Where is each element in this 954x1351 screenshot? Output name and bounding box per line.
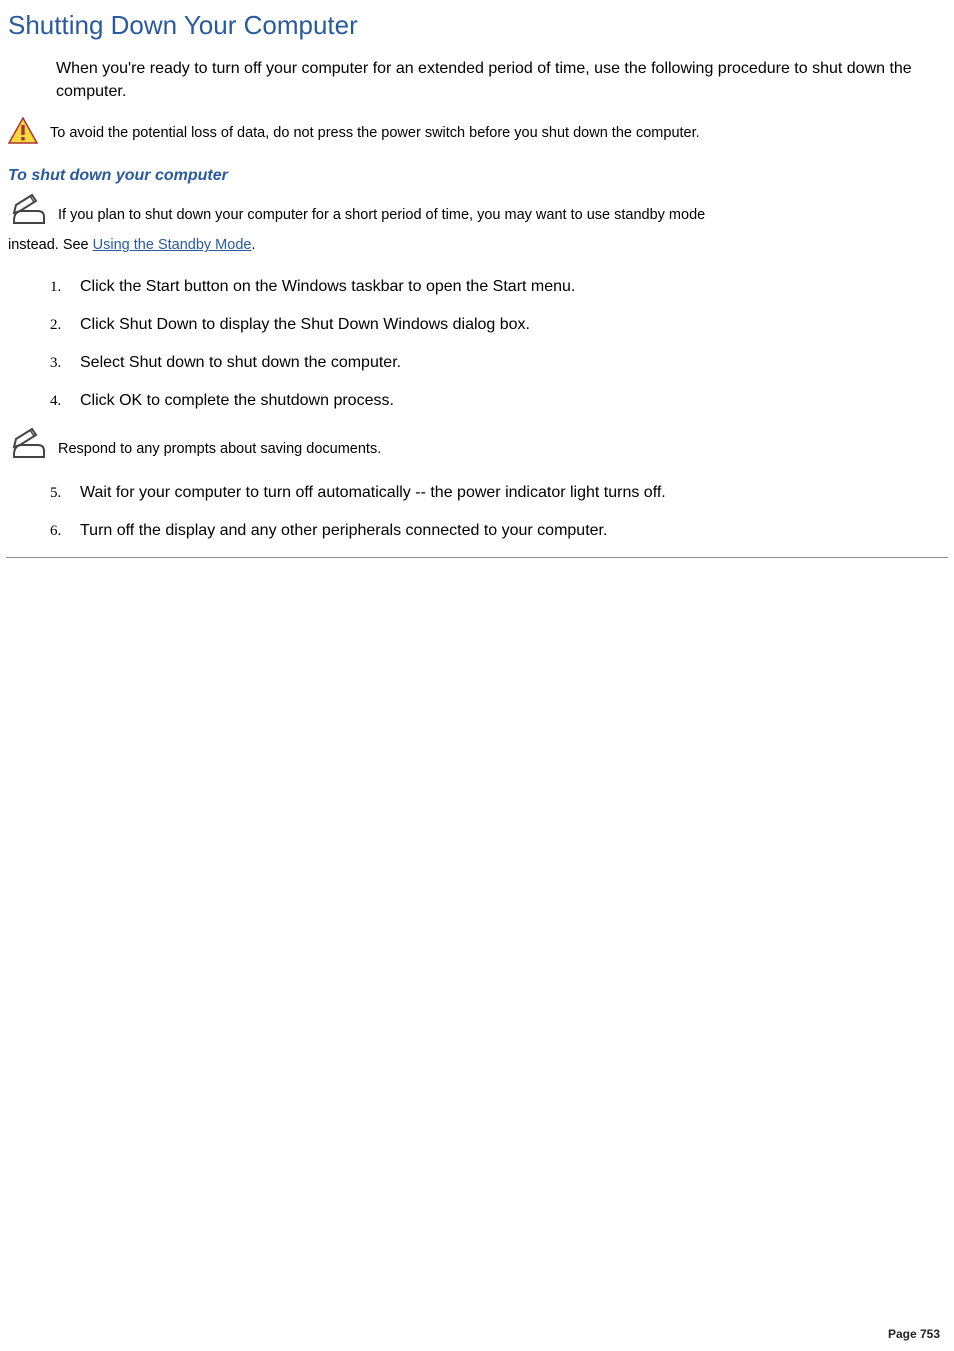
step-number: 6. — [50, 520, 61, 543]
note-1-instead: instead. See — [8, 237, 93, 253]
note-block-1: If you plan to shut down your computer f… — [8, 193, 946, 231]
step-text: Click Shut Down to display the Shut Down… — [80, 316, 530, 333]
note-1-pre: If you plan to shut down your computer f… — [58, 207, 705, 223]
divider — [6, 557, 948, 558]
list-item: 1.Click the Start button on the Windows … — [60, 275, 938, 299]
list-item: 2.Click Shut Down to display the Shut Do… — [60, 313, 938, 337]
procedure-title: To shut down your computer — [8, 167, 946, 185]
note-1-continuation: instead. See Using the Standby Mode. — [8, 235, 946, 257]
list-item: 5.Wait for your computer to turn off aut… — [60, 481, 938, 505]
warning-icon — [8, 117, 38, 149]
step-number: 4. — [50, 390, 61, 413]
step-number: 5. — [50, 482, 61, 505]
note-block-2: Respond to any prompts about saving docu… — [8, 427, 946, 465]
step-text: Click OK to complete the shutdown proces… — [80, 392, 394, 409]
list-item: 6.Turn off the display and any other per… — [60, 519, 938, 543]
note-1-post: . — [251, 237, 255, 253]
warning-block: To avoid the potential loss of data, do … — [8, 117, 946, 149]
list-item: 4.Click OK to complete the shutdown proc… — [60, 389, 938, 413]
steps-list-1: 1.Click the Start button on the Windows … — [60, 275, 938, 413]
note-2-text: Respond to any prompts about saving docu… — [58, 427, 381, 461]
step-number: 3. — [50, 352, 61, 375]
step-number: 1. — [50, 276, 61, 299]
step-text: Turn off the display and any other perip… — [80, 522, 607, 539]
step-text: Select Shut down to shut down the comput… — [80, 354, 401, 371]
pencil-note-icon — [8, 193, 48, 231]
note-1-text: If you plan to shut down your computer f… — [58, 193, 705, 227]
steps-list-2: 5.Wait for your computer to turn off aut… — [60, 481, 938, 543]
step-text: Wait for your computer to turn off autom… — [80, 484, 666, 501]
step-text: Click the Start button on the Windows ta… — [80, 278, 575, 295]
step-number: 2. — [50, 314, 61, 337]
warning-text: To avoid the potential loss of data, do … — [50, 117, 700, 145]
standby-mode-link[interactable]: Using the Standby Mode — [93, 237, 252, 253]
list-item: 3.Select Shut down to shut down the comp… — [60, 351, 938, 375]
page-title: Shutting Down Your Computer — [8, 10, 946, 41]
page-number: Page 753 — [888, 1327, 940, 1341]
pencil-note-icon — [8, 427, 48, 465]
intro-paragraph: When you're ready to turn off your compu… — [56, 57, 938, 103]
